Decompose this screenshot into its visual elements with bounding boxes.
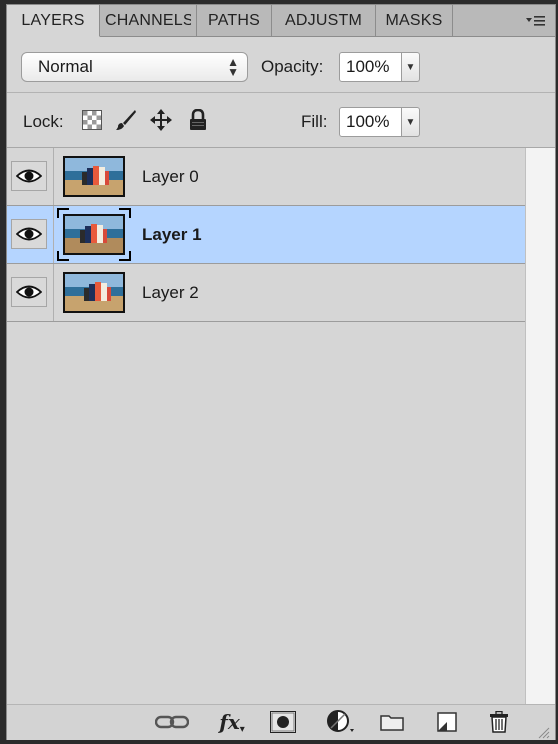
tab-adjustments[interactable]: ADJUSTM <box>272 5 376 36</box>
tab-channels-label: CHANNELS <box>105 11 191 29</box>
tab-layers[interactable]: LAYERS <box>7 5 100 37</box>
lock-label: Lock: <box>23 112 64 131</box>
trash-icon <box>490 711 508 733</box>
layer-thumbnail[interactable] <box>63 272 125 313</box>
layers-scroll-track[interactable] <box>525 148 555 704</box>
fill-field[interactable]: 100% <box>339 107 402 137</box>
opacity-label: Opacity: <box>261 57 324 76</box>
fill-label: Fill: <box>301 112 328 131</box>
link-icon <box>155 715 189 729</box>
blend-mode-select[interactable]: Normal ▲ ▼ <box>21 52 248 82</box>
blend-opacity-row: Normal ▲ ▼ Opacity: 100% ▼ <box>7 36 555 93</box>
panel-menu-button[interactable] <box>517 5 555 36</box>
opacity-dropdown-button[interactable]: ▼ <box>402 52 420 82</box>
lock-all-padlock-icon[interactable] <box>187 109 209 131</box>
layer-row-layer-0[interactable]: Layer 0 <box>7 148 525 206</box>
resize-grip-icon[interactable] <box>535 720 551 744</box>
fx-icon: fx <box>219 710 240 734</box>
visibility-eye-icon[interactable] <box>11 161 47 191</box>
delete-layer-button[interactable] <box>487 710 511 734</box>
lock-transparent-pixels-icon[interactable] <box>81 109 103 131</box>
layer-style-button[interactable]: fx ▾ <box>214 710 250 735</box>
fill-dropdown-button[interactable]: ▼ <box>402 107 420 137</box>
tab-paths[interactable]: PATHS <box>197 5 272 36</box>
layer-row-layer-1[interactable]: Layer 1 <box>7 206 525 264</box>
layer-name[interactable]: Layer 0 <box>142 167 199 187</box>
tab-masks[interactable]: MASKS <box>376 5 453 36</box>
layers-bottom-toolbar: fx ▾ <box>7 704 555 740</box>
tab-channels[interactable]: CHANNELS <box>100 5 197 36</box>
panel-tab-bar: LAYERS CHANNELS PATHS ADJUSTM MASKS <box>7 5 555 37</box>
layer-row-layer-2[interactable]: Layer 2 <box>7 264 525 322</box>
link-layers-button[interactable] <box>154 710 190 734</box>
panel-menu-icon <box>526 15 545 26</box>
visibility-eye-icon[interactable] <box>11 219 47 249</box>
new-group-button[interactable] <box>379 710 405 734</box>
layers-panel: LAYERS CHANNELS PATHS ADJUSTM MASKS Norm… <box>6 4 556 740</box>
lock-image-pixels-brush-icon[interactable] <box>115 109 137 131</box>
new-layer-button[interactable] <box>435 710 459 734</box>
mask-icon <box>270 711 296 733</box>
layer-thumbnail[interactable] <box>63 214 125 255</box>
new-adjustment-layer-button[interactable] <box>325 710 357 734</box>
opacity-field[interactable]: 100% <box>339 52 402 82</box>
layers-list: Layer 0 Layer 1 Layer 2 <box>7 148 525 704</box>
add-mask-button[interactable] <box>269 710 297 734</box>
visibility-eye-icon[interactable] <box>11 277 47 307</box>
fx-dropdown-indicator: ▾ <box>239 723 245 735</box>
layer-name[interactable]: Layer 2 <box>142 283 199 303</box>
select-arrows-icon: ▲ ▼ <box>227 55 239 79</box>
row-divider <box>53 148 54 205</box>
row-divider <box>53 206 54 263</box>
blend-mode-value: Normal <box>38 57 93 76</box>
layer-name[interactable]: Layer 1 <box>142 225 202 245</box>
lock-fill-row: Lock: Fill: 100% ▼ <box>7 93 555 148</box>
lock-position-move-icon[interactable] <box>150 109 172 131</box>
layer-thumbnail[interactable] <box>63 156 125 197</box>
row-divider <box>53 264 54 321</box>
new-layer-icon <box>437 712 457 732</box>
group-folder-icon <box>380 715 404 731</box>
adjustment-layer-icon <box>327 710 354 732</box>
